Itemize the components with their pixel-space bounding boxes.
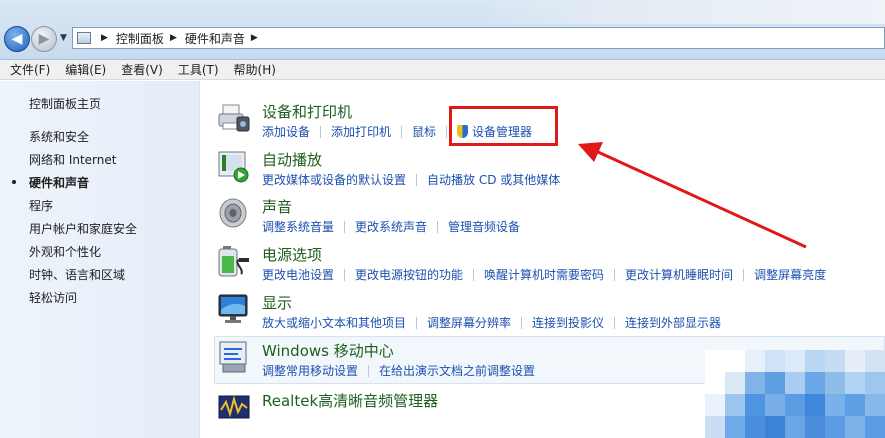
annotation-arrow-shaft bbox=[597, 150, 807, 249]
pixelated-region bbox=[705, 350, 885, 438]
